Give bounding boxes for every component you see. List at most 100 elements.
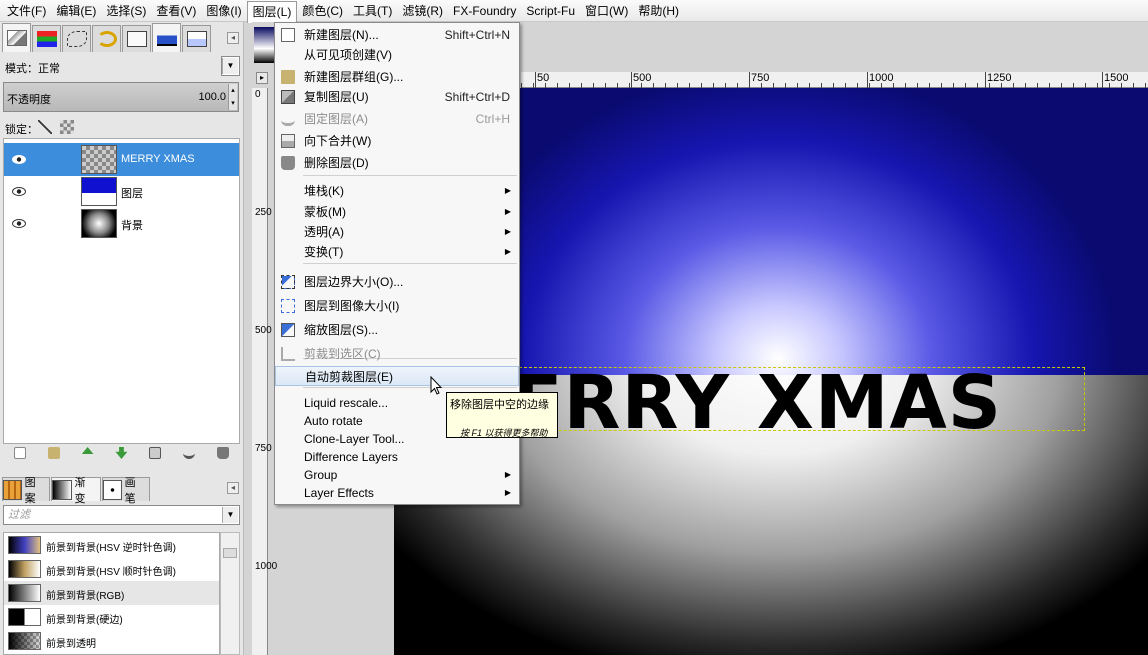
dock-tabstrip [2, 22, 212, 52]
layer-row[interactable]: 背景 [4, 207, 239, 240]
tab-sample[interactable] [182, 25, 211, 52]
menu-4[interactable]: 图像(I) [201, 1, 246, 21]
menu-3[interactable]: 查看(V) [151, 1, 201, 21]
tab-paths[interactable] [62, 25, 91, 52]
ruler-label: 50 [537, 72, 550, 84]
menu-1[interactable]: 编辑(E) [51, 1, 101, 21]
gradient-list: 前景到背景(HSV 逆时针色调) 前景到背景(HSV 顺时针色调) 前景到背景(RG… [3, 532, 220, 655]
menu-12[interactable]: 帮助(H) [633, 1, 684, 21]
menu-item[interactable]: 固定图层(A) Ctrl+H [275, 109, 519, 129]
dock-menu-button[interactable]: ◂ [227, 32, 239, 44]
tab-brushes[interactable]: 画笔 [102, 477, 150, 505]
gradient-item[interactable]: 前景到透明 [4, 629, 219, 653]
new-group-icon[interactable] [47, 447, 60, 459]
menu-item[interactable]: 透明(A) ▶ [275, 222, 519, 242]
menu-7[interactable]: 工具(T) [348, 1, 397, 21]
gradient-item[interactable]: 前景到背景(RGB) [4, 581, 219, 605]
menu-2[interactable]: 选择(S) [101, 1, 151, 21]
menu-item[interactable]: 复制图层(U) Shift+Ctrl+D [275, 87, 519, 107]
menu-8[interactable]: 滤镜(R) [397, 1, 448, 21]
horizontal-ruler: 50 500 750 1000 1250 1500 [521, 72, 1148, 88]
menu-10[interactable]: Script-Fu [521, 1, 580, 21]
filter-input[interactable]: 过滤 ▼ [3, 505, 240, 525]
paths-icon [66, 31, 87, 47]
layer-thumbnail [81, 209, 117, 238]
menu-item[interactable]: 变换(T) ▶ [275, 242, 519, 262]
gradient-item[interactable]: 前景到背景(HSV 逆时针色调) [4, 533, 219, 557]
layer-name: 图层 [121, 188, 143, 200]
anchor-layer-icon[interactable] [183, 447, 196, 459]
lower-layer-icon[interactable] [115, 447, 128, 459]
menu-item-label: 缩放图层(S)... [304, 323, 378, 337]
duplicate-layer-icon[interactable] [149, 447, 162, 459]
menu-item[interactable]: 从可见项创建(V) [275, 45, 519, 65]
ruler-tick [535, 72, 536, 88]
menu-item[interactable]: 删除图层(D) [275, 153, 519, 173]
menu-item-label: 固定图层(A) [304, 112, 368, 126]
menu-item-label: 变换(T) [304, 245, 344, 259]
gradient-list-scrollbar[interactable] [220, 532, 240, 655]
gradients-menu-button[interactable]: ◂ [227, 482, 239, 494]
tab-patterns[interactable]: 图案 [2, 477, 50, 505]
lock-alpha-icon[interactable] [60, 120, 74, 134]
ruler-tick [985, 72, 986, 88]
mode-select[interactable]: ▼ [221, 56, 240, 76]
menu-item[interactable]: 剪裁到选区(C) [275, 344, 519, 364]
ruler-menu-button[interactable]: ▸ [256, 72, 268, 84]
menu-item[interactable]: Layer Effects ▶ [275, 483, 519, 503]
menu-item[interactable]: 图层边界大小(O)... [275, 272, 519, 292]
menu-item[interactable]: 蒙板(M) ▶ [275, 202, 519, 222]
eye-icon[interactable] [12, 219, 26, 228]
histogram-icon [156, 30, 177, 46]
gradient-item[interactable]: 前景到背景(硬边) [4, 605, 219, 629]
menu-item[interactable]: Group ▶ [275, 465, 519, 485]
color-sample-icon [186, 31, 207, 47]
menu-item[interactable]: 图层到图像大小(I) [275, 296, 519, 316]
opacity-slider[interactable]: 不透明度 100.0 ▴ ▾ [3, 82, 239, 112]
opacity-spinner[interactable]: ▴ ▾ [228, 84, 237, 110]
layers-icon [6, 30, 27, 46]
layer-row[interactable]: 图层 [4, 175, 239, 208]
gradient-preview [8, 608, 41, 626]
menu-item[interactable]: 新建图层群组(G)... [275, 67, 519, 87]
menu-9[interactable]: FX-Foundry [448, 1, 521, 21]
tab-layers[interactable] [2, 23, 31, 52]
image-navigation-preview[interactable] [254, 27, 274, 63]
raise-layer-icon[interactable] [81, 447, 94, 459]
menu-item[interactable]: 缩放图层(S)... [275, 320, 519, 340]
menu-item-label: 透明(A) [304, 225, 344, 239]
tooltip: 移除图层中空的边缘 按 F1 以获得更多帮助 [446, 392, 558, 438]
menu-0[interactable]: 文件(F) [2, 1, 51, 21]
menu-11[interactable]: 窗口(W) [580, 1, 633, 21]
delete-layer-icon[interactable] [216, 447, 229, 459]
gradient-preview [8, 632, 41, 650]
scrollbar-thumb[interactable] [223, 548, 237, 558]
ruler-tick [867, 72, 868, 88]
menu-item[interactable]: 堆栈(K) ▶ [275, 181, 519, 201]
tab-gradients[interactable]: 渐变 [51, 477, 101, 505]
new-layer-icon[interactable] [13, 447, 26, 459]
gradient-item[interactable]: 前景到背景(HSV 顺时针色调) [4, 557, 219, 581]
eye-icon[interactable] [12, 187, 26, 196]
menu-item-label: Group [304, 468, 338, 482]
lock-pixels-icon[interactable] [38, 120, 52, 134]
menu-item[interactable]: 向下合并(W) [275, 131, 519, 151]
tab-channels[interactable] [32, 25, 61, 52]
menu-item[interactable]: 新建图层(N)... Shift+Ctrl+N [275, 25, 519, 45]
tab-pointer[interactable] [122, 25, 151, 52]
menu-item-label: Difference Layers [304, 450, 398, 464]
menu-item-label: 蒙板(M) [304, 205, 346, 219]
menu-6[interactable]: 颜色(C) [297, 1, 348, 21]
menu-item[interactable]: 自动剪裁图层(E) [275, 366, 519, 386]
eye-icon[interactable] [12, 155, 26, 164]
layer-row[interactable]: MERRY XMAS [4, 143, 239, 176]
mode-value: 正常 [38, 63, 60, 75]
menu-item[interactable]: Difference Layers [275, 447, 519, 467]
submenu-arrow-icon: ▶ [504, 186, 511, 195]
menu-5[interactable]: 图层(L) [246, 0, 298, 23]
ruler-label: 500 [255, 325, 272, 336]
menu-separator [303, 175, 517, 176]
tab-undo[interactable] [92, 25, 121, 52]
ruler-label: 250 [255, 207, 272, 218]
tab-histogram[interactable] [152, 23, 181, 52]
